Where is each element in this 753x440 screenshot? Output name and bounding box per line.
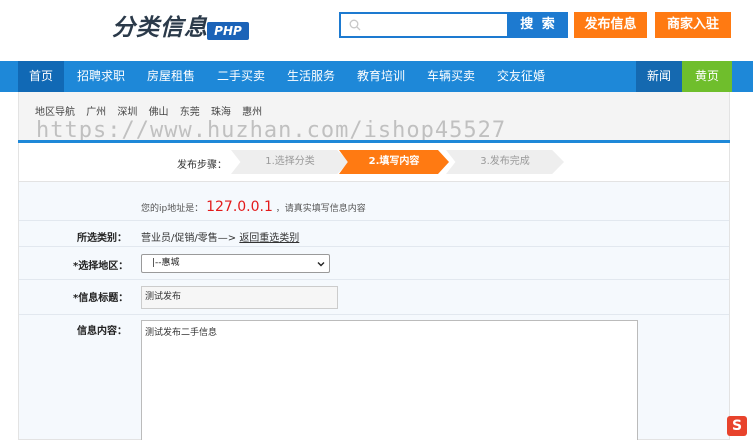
chevron-down-icon xyxy=(317,262,325,267)
row-divider xyxy=(19,314,729,315)
category-label: 所选类别： xyxy=(77,233,127,244)
category-path: 营业员/促销/零售—> xyxy=(141,233,237,244)
nav-item-jobs[interactable]: 招聘求职 xyxy=(66,61,136,92)
logo-badge: PHP xyxy=(207,22,249,40)
search-input[interactable] xyxy=(339,12,509,38)
nav-item-vehicles[interactable]: 车辆买卖 xyxy=(416,61,486,92)
search-icon xyxy=(349,19,361,31)
region-city-link[interactable]: 深圳 xyxy=(117,107,137,118)
reselect-category-link[interactable]: 返回重选类别 xyxy=(239,233,299,244)
nav-item-housing[interactable]: 房屋租售 xyxy=(136,61,206,92)
publish-info-button[interactable]: 发布信息 xyxy=(574,12,647,38)
publish-form: 您的ip地址是： 127.0.0.1 ，请真实填写信息内容 所选类别： 营业员/… xyxy=(18,181,730,440)
region-city-link[interactable]: 惠州 xyxy=(242,107,262,118)
ip-suffix: ，请真实填写信息内容 xyxy=(275,204,366,214)
ip-address: 127.0.0.1 xyxy=(206,199,273,215)
nav-item-yellow-pages[interactable]: 黄页 xyxy=(682,61,732,92)
site-logo[interactable]: 分类信息 PHP xyxy=(112,6,262,46)
category-value: 营业员/促销/零售—> 返回重选类别 xyxy=(141,229,299,244)
region-city-link[interactable]: 东莞 xyxy=(180,107,200,118)
step-publish-done: 3.发布完成 xyxy=(446,150,564,174)
region-nav-list: 地区导航 广州 深圳 佛山 东莞 珠海 惠州 xyxy=(35,103,270,118)
title-label: *信息标题： xyxy=(73,293,129,304)
nav-item-secondhand[interactable]: 二手买卖 xyxy=(206,61,276,92)
ip-notice: 您的ip地址是： 127.0.0.1 ，请真实填写信息内容 xyxy=(141,199,366,215)
title-input[interactable]: 测试发布 xyxy=(141,286,338,309)
nav-item-dating[interactable]: 交友征婚 xyxy=(486,61,556,92)
region-select-value: |--惠城 xyxy=(152,258,180,268)
site-header: 分类信息 PHP 搜 索 发布信息 商家入驻 xyxy=(0,0,753,60)
logo-text: 分类信息 xyxy=(112,15,208,41)
region-nav-label: 地区导航 xyxy=(35,107,75,118)
merchant-join-button[interactable]: 商家入驻 xyxy=(655,12,731,38)
row-divider xyxy=(19,220,729,221)
page-root: 分类信息 PHP 搜 索 发布信息 商家入驻 首页 招聘求职 房屋租售 二手买卖… xyxy=(0,0,753,440)
content-label: 信息内容： xyxy=(77,326,127,337)
region-city-link[interactable]: 广州 xyxy=(86,107,106,118)
nav-item-education[interactable]: 教育培训 xyxy=(346,61,416,92)
step-fill-content: 2.填写内容 xyxy=(339,150,449,174)
nav-item-news[interactable]: 新闻 xyxy=(636,61,682,92)
ip-prefix: 您的ip地址是： xyxy=(141,204,204,214)
steps-label: 发布步骤： xyxy=(177,160,227,171)
region-city-link[interactable]: 佛山 xyxy=(149,107,169,118)
nav-item-home[interactable]: 首页 xyxy=(18,61,64,92)
row-divider xyxy=(19,246,729,247)
region-select[interactable]: |--惠城 xyxy=(141,254,330,273)
publish-steps: 发布步骤： 1.选择分类 2.填写内容 3.发布完成 xyxy=(18,143,730,181)
search-button[interactable]: 搜 索 xyxy=(509,12,568,38)
main-nav: 首页 招聘求职 房屋租售 二手买卖 生活服务 教育培训 车辆买卖 交友征婚 新闻… xyxy=(0,61,753,92)
nav-item-life-services[interactable]: 生活服务 xyxy=(276,61,346,92)
region-label: *选择地区： xyxy=(73,261,129,272)
row-divider xyxy=(19,279,729,280)
content-textarea[interactable]: 测试发布二手信息 xyxy=(141,320,638,440)
region-city-link[interactable]: 珠海 xyxy=(211,107,231,118)
input-method-icon[interactable]: S xyxy=(727,416,747,436)
step-select-category: 1.选择分类 xyxy=(231,150,349,174)
